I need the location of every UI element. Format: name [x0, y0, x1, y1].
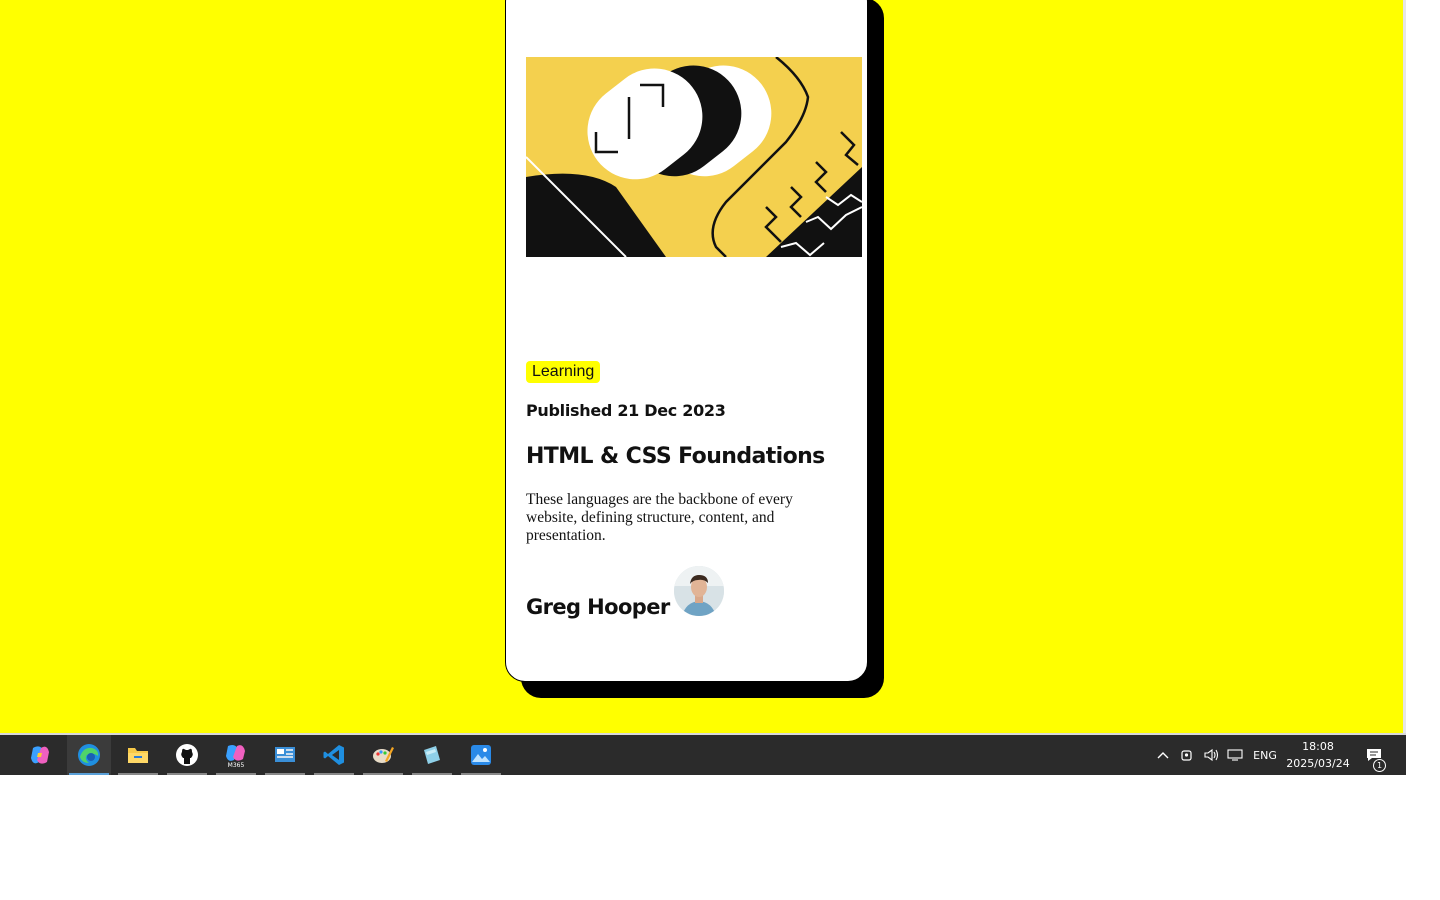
control-panel-icon[interactable]: [263, 735, 307, 775]
svg-text:M365: M365: [228, 762, 245, 768]
copilot-icon[interactable]: [18, 735, 62, 775]
paint-icon[interactable]: [361, 735, 405, 775]
card-hero-illustration: [526, 57, 862, 257]
author-name: Greg Hooper: [526, 595, 670, 619]
card-title[interactable]: HTML & CSS Foundations: [526, 444, 825, 469]
clock-date: 2025/03/24: [1286, 757, 1350, 770]
notification-count-badge: 1: [1373, 759, 1386, 772]
meet-now-icon[interactable]: [1176, 735, 1198, 775]
published-date: Published 21 Dec 2023: [526, 401, 726, 420]
language-indicator[interactable]: ENG: [1250, 735, 1280, 775]
edge-browser-icon[interactable]: [67, 735, 111, 775]
photos-icon[interactable]: [459, 735, 503, 775]
network-icon[interactable]: [1224, 735, 1246, 775]
notification-center-icon[interactable]: 1: [1360, 735, 1388, 775]
volume-icon[interactable]: [1200, 735, 1222, 775]
language-label: ENG: [1253, 748, 1277, 762]
clock-time: 18:08: [1302, 740, 1334, 753]
notepad-icon[interactable]: [410, 735, 454, 775]
taskbar-clock[interactable]: 18:08 2025/03/24: [1282, 738, 1354, 772]
windows-taskbar: M365 ENG 18:08 2025/03/24 1: [0, 735, 1406, 775]
browser-viewport: Learning Published 21 Dec 2023 HTML & CS…: [0, 0, 1403, 733]
m365-copilot-icon[interactable]: M365: [214, 735, 258, 775]
show-hidden-icons-chevron-icon[interactable]: [1152, 735, 1174, 775]
file-explorer-icon[interactable]: [116, 735, 160, 775]
window-edge: [1403, 0, 1406, 733]
github-icon[interactable]: [165, 735, 209, 775]
vscode-icon[interactable]: [312, 735, 356, 775]
category-badge: Learning: [526, 361, 601, 383]
blog-preview-card: Learning Published 21 Dec 2023 HTML & CS…: [505, 0, 868, 682]
author-avatar: [674, 566, 724, 616]
card-description: These languages are the backbone of ever…: [526, 491, 793, 544]
